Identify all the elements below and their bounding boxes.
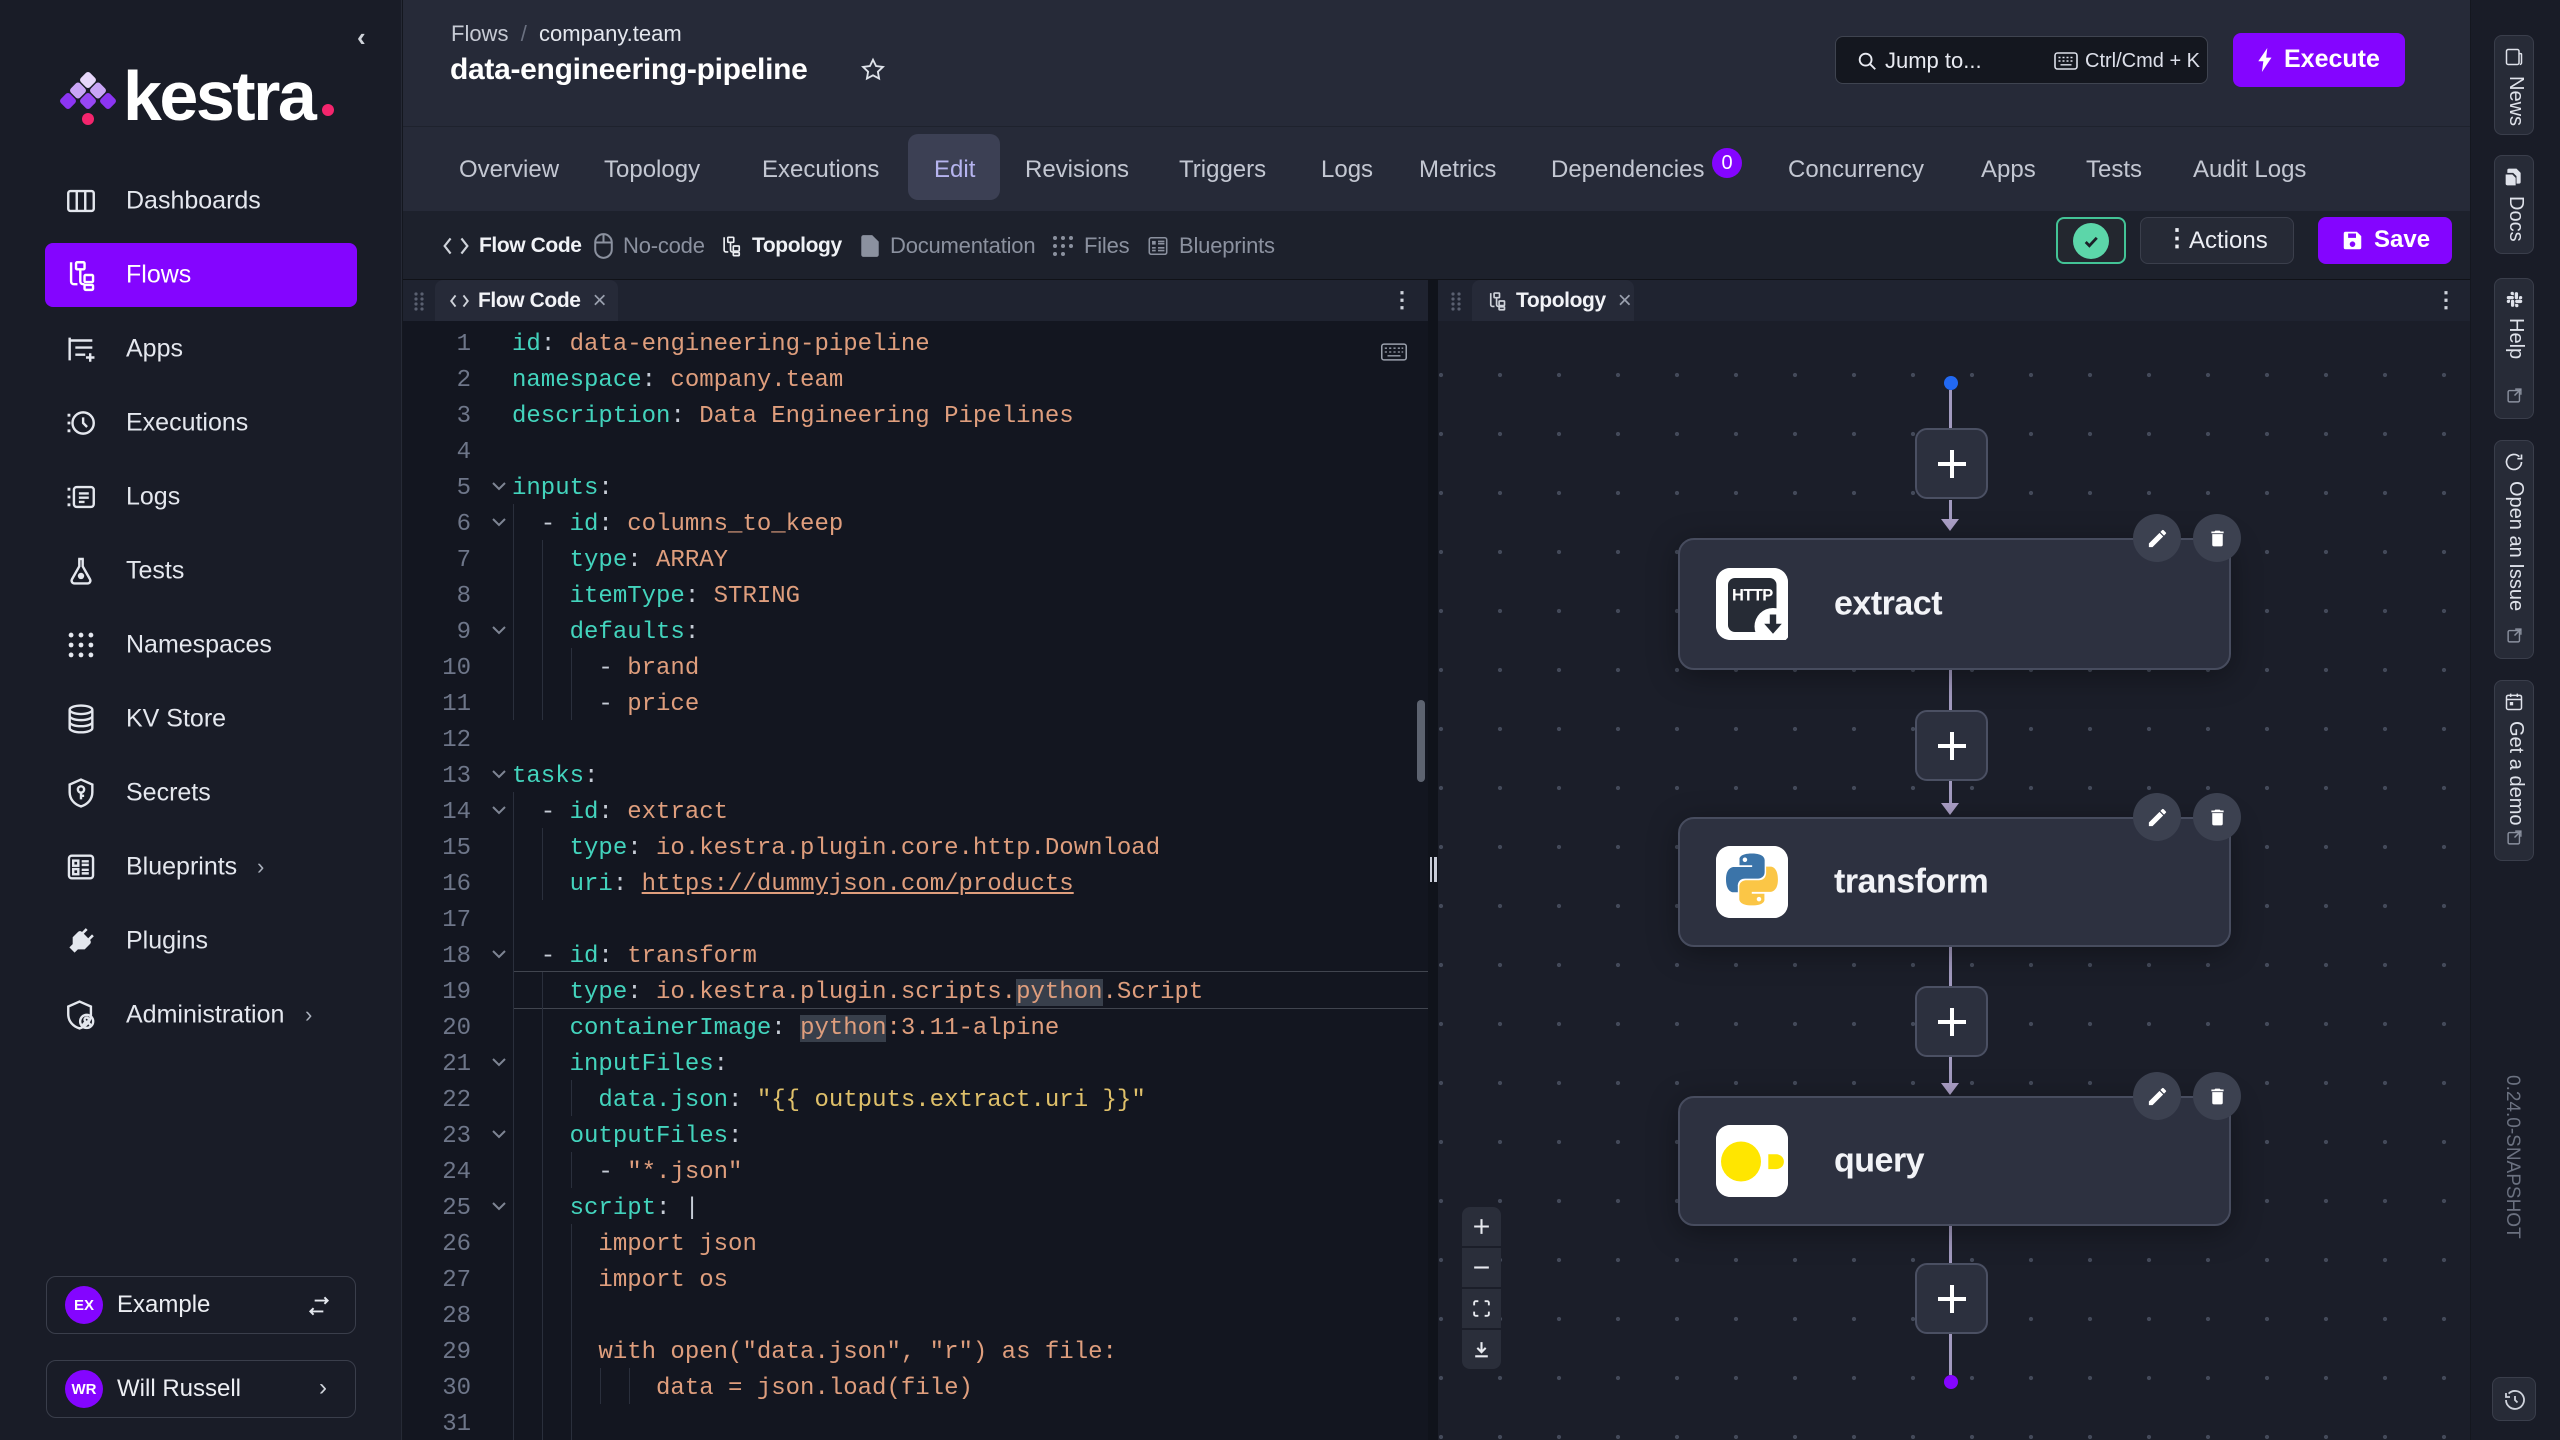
svg-text:HTTP: HTTP	[1732, 587, 1773, 605]
